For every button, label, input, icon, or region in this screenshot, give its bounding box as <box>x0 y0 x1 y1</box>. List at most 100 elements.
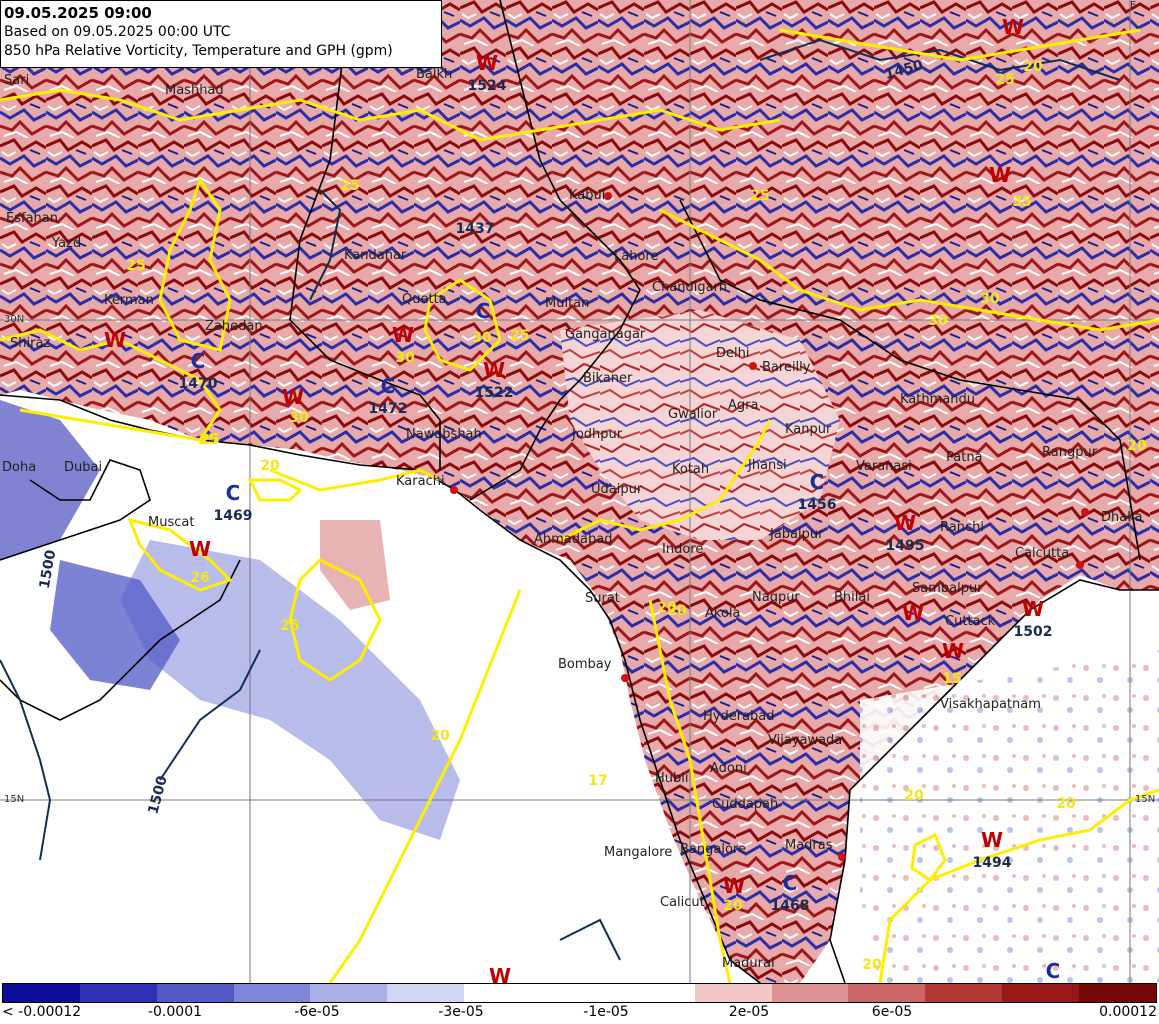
cold-center-marker: C <box>226 481 241 505</box>
grid-coordinate-label: E <box>1130 0 1136 11</box>
city-label: Ranchi <box>940 520 984 535</box>
city-label: Esfahan <box>6 211 58 226</box>
temperature-contour-label: 30 <box>928 313 948 329</box>
city-label: Delhi <box>716 346 749 361</box>
center-gph-value: 1468 <box>771 898 810 914</box>
city-label: Calcutta <box>1015 546 1069 561</box>
city-label: Kanpur <box>785 422 832 437</box>
temperature-contour-label: 30 <box>395 350 415 366</box>
legend-color-swatch <box>925 984 1003 1002</box>
weather-map: Sari Mashhad Balkh Esfahan Yazd Kerman Zahedan… <box>0 0 1159 1024</box>
city-label: Jabalpur <box>769 527 824 542</box>
legend-color-swatch <box>156 984 234 1002</box>
city-label: Karachi <box>396 474 445 489</box>
temperature-contour-label: 20 <box>667 603 687 619</box>
center-gph-value: 1472 <box>369 401 408 417</box>
legend-color-swatch <box>3 984 80 1002</box>
legend-color-swatch <box>617 984 695 1002</box>
cold-center-marker: C <box>783 871 798 895</box>
city-label: Yazd <box>51 236 81 251</box>
center-gph-value: 1502 <box>1014 624 1053 640</box>
city-label: Rangpur <box>1042 445 1098 460</box>
temperature-contour-label: 20 <box>723 898 743 914</box>
city-label: Mangalore <box>604 845 672 860</box>
temperature-contour-label: 25 <box>750 188 769 204</box>
legend-color-swatch <box>79 984 157 1002</box>
city-label: Vijayawada <box>768 733 842 748</box>
temperature-contour-label: 25 <box>280 618 299 634</box>
legend-color-swatch <box>1079 984 1156 1002</box>
cold-center-marker: C <box>476 299 491 323</box>
warm-center-marker: W <box>483 358 505 382</box>
city-label: Varanasi <box>856 459 912 474</box>
valid-time: 09.05.2025 09:00 <box>4 4 152 22</box>
city-label: Madurai <box>722 956 775 971</box>
center-gph-value: 1522 <box>475 385 514 401</box>
city-label: Dhaka <box>1101 510 1142 525</box>
city-label: Multan <box>545 296 589 311</box>
grid-coordinate-label: 15N <box>4 794 24 805</box>
temperature-contour-label: 20 <box>1056 796 1076 812</box>
warm-center-marker: W <box>1002 15 1024 39</box>
legend-color-swatch <box>464 984 542 1002</box>
city-marker <box>749 362 757 370</box>
city-label: Balkh <box>416 67 452 82</box>
city-label: Bareilly <box>762 360 811 375</box>
legend-color-swatch <box>310 984 388 1002</box>
temperature-contour-label: 25 <box>198 432 217 448</box>
legend-tick-label: 0.00012 <box>1099 1004 1157 1020</box>
temperature-contour-label: 20 <box>1023 59 1043 75</box>
city-label: Shiraz <box>10 336 50 351</box>
color-legend: < -0.00012 -0.0001 -6e-05 -3e-05 -1e-05 2e-05… <box>0 983 1159 1024</box>
map-canvas: Sari Mashhad Balkh Esfahan Yazd Kerman Zahedan… <box>0 0 1159 983</box>
city-marker <box>621 674 629 682</box>
city-label: Visakhapatnam <box>940 697 1041 712</box>
legend-tick-labels: < -0.00012 -0.0001 -6e-05 -3e-05 -1e-05 2e-05… <box>0 1003 1159 1023</box>
warm-center-marker: W <box>981 828 1003 852</box>
grid-coordinate-label: 15N <box>1135 794 1155 805</box>
city-label: Kandahar <box>344 248 407 263</box>
run-time: Based on 09.05.2025 00:00 UTC <box>4 24 231 40</box>
legend-color-swatch <box>233 984 311 1002</box>
cold-center-marker: C <box>191 349 206 373</box>
city-label: Ganganagar <box>565 327 646 342</box>
city-label: Sari <box>4 73 29 88</box>
cold-center-marker: C <box>1046 959 1061 983</box>
center-gph-value: 1456 <box>798 497 837 513</box>
temperature-contour-label: 30 <box>980 291 1000 307</box>
temperature-contour-label: 25 <box>340 178 359 194</box>
temperature-contour-label: 20 <box>904 788 924 804</box>
city-label: Ahmadabad <box>534 532 612 547</box>
legend-color-swatch <box>848 984 926 1002</box>
city-label: Mashhad <box>165 83 224 98</box>
city-label: Quetta <box>402 292 447 307</box>
temperature-contour-label: 17 <box>588 773 607 789</box>
warm-center-marker: W <box>989 163 1011 187</box>
temperature-contour-label: 15 <box>942 671 961 687</box>
city-label: Kerman <box>104 293 154 308</box>
warm-center-marker: W <box>476 51 498 75</box>
temperature-contour-label: 26 <box>190 570 209 586</box>
temperature-contour-label: 25 <box>995 72 1014 88</box>
warm-center-marker: W <box>489 964 511 983</box>
city-label: Gwalior <box>668 407 718 422</box>
city-label: Lahore <box>614 249 658 264</box>
city-label: Udaipur <box>591 482 643 497</box>
legend-tick-label: 6e-05 <box>871 1004 913 1020</box>
warm-center-marker: W <box>282 385 304 409</box>
legend-color-swatch <box>771 984 849 1002</box>
warm-center-marker: W <box>189 537 211 561</box>
city-label: Kabul <box>569 188 605 203</box>
map-info-box: 09.05.2025 09:00 Based on 09.05.2025 00:… <box>0 0 442 68</box>
city-label: Kathmandu <box>900 392 975 407</box>
city-label: Sambalpur <box>912 581 983 596</box>
city-label: Kotah <box>672 462 709 477</box>
city-label: Bhilai <box>834 590 870 605</box>
legend-tick-label: -0.0001 <box>147 1004 203 1020</box>
temperature-contour-label: 20 <box>260 458 280 474</box>
city-label: Adoni <box>710 761 747 776</box>
legend-tick-label: -3e-05 <box>438 1004 484 1020</box>
city-label: Calicut <box>660 895 705 910</box>
center-gph-value: 1524 <box>468 78 507 94</box>
warm-center-marker: W <box>392 323 414 347</box>
